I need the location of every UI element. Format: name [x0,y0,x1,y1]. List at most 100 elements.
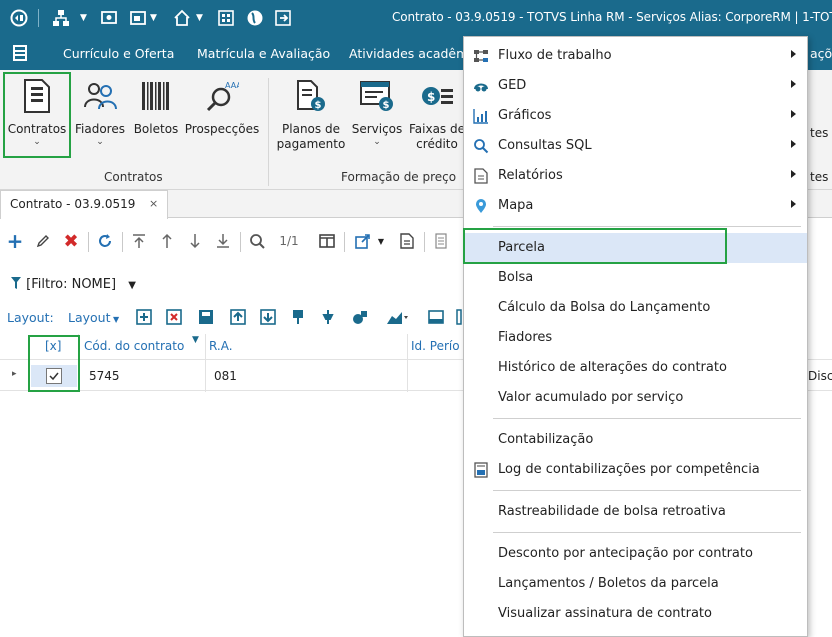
menu-item-label: Gráficos [498,108,552,123]
search-icon[interactable] [248,232,266,250]
menu-item-fiadores[interactable]: Fiadores [464,323,807,353]
report-icon [473,168,489,184]
chevron-down-icon[interactable]: ▼ [80,13,87,23]
window-icon[interactable] [128,8,148,28]
menu-item-desconto-antecipacao[interactable]: Desconto por antecipação por contrato [464,539,807,569]
pin-down-icon[interactable] [320,309,336,325]
menu-item-graficos[interactable]: Gráficos [464,101,807,131]
column-cod-contrato[interactable]: Cód. do contrato [84,339,184,353]
refresh-icon[interactable] [96,232,114,250]
document-lines-icon[interactable] [432,232,450,250]
org-chart-icon[interactable] [51,8,71,28]
planos-pagamento-button[interactable]: $ Planos de pagamento [276,76,346,164]
fiadores-button[interactable]: Fiadores ⌄ [72,76,128,164]
export-icon[interactable] [354,232,372,250]
delete-layout-icon[interactable] [166,309,182,325]
monitor-icon[interactable] [99,8,119,28]
chevron-down-icon[interactable]: ▼ [376,232,386,250]
first-record-icon[interactable] [130,232,148,250]
delete-icon[interactable]: ✖ [62,231,80,252]
exit-icon[interactable] [273,8,293,28]
filter-label: [Filtro: NOME] [26,277,117,292]
chart-icon [473,108,489,124]
chevron-down-icon: ▼ [110,315,120,324]
add-icon[interactable]: + [6,229,24,253]
pin-icon[interactable] [290,309,306,325]
ged-icon [473,78,489,94]
globe-icon[interactable] [245,8,265,28]
menu-atividades[interactable]: Atividades acadêmic [349,46,479,61]
home-icon[interactable] [172,8,192,28]
menu-item-contabilizacao[interactable]: Contabilização [464,425,807,455]
faixas-credito-button[interactable]: $ Faixas de crédito [408,76,466,164]
toolbar-separator [122,232,123,252]
menu-item-ged[interactable]: GED [464,71,807,101]
menu-curriculo[interactable]: Currículo e Oferta [63,46,174,61]
window-title: Contrato - 03.9.0519 - TOTVS Linha RM - … [392,10,832,24]
menu-matricula[interactable]: Matrícula e Avaliação [197,46,330,61]
previous-record-icon[interactable] [158,232,176,250]
expand-icon[interactable]: ▸ [12,369,17,379]
chevron-down-icon: ▼ [128,280,136,291]
shapes-icon[interactable] [352,309,368,325]
menu-item-relatorios[interactable]: Relatórios [464,161,807,191]
parcela-selection-box [463,228,727,264]
prospeccoes-button[interactable]: AAA Prospecções [184,76,260,164]
logo-icon[interactable] [9,8,29,28]
close-icon[interactable]: × [149,197,158,210]
grid-icon[interactable] [216,8,236,28]
upload-layout-icon[interactable] [230,309,246,325]
menu-item-valor-acumulado[interactable]: Valor acumulado por serviço [464,383,807,413]
menu-item-fluxo-trabalho[interactable]: Fluxo de trabalho [464,41,807,71]
filter-icon[interactable]: ▼ [192,335,199,345]
menu-item-label: Desconto por antecipação por contrato [498,546,753,561]
more-icon[interactable] [456,309,462,325]
ribbon-overflow-label[interactable]: tes [810,126,828,142]
cell-ra: 081 [214,369,237,383]
add-layout-icon[interactable] [136,309,152,325]
menu-item-lancamentos-boletos[interactable]: Lançamentos / Boletos da parcela [464,569,807,599]
column-ra[interactable]: R.A. [209,339,233,353]
chevron-right-icon [791,80,796,88]
menu-item-rastreabilidade[interactable]: Rastreabilidade de bolsa retroativa [464,497,807,527]
main-menu-icon[interactable] [12,45,28,61]
download-layout-icon[interactable] [260,309,276,325]
boletos-button[interactable]: Boletos [131,76,181,164]
menu-item-mapa[interactable]: Mapa [464,191,807,221]
menu-item-calculo-bolsa[interactable]: Cálculo da Bolsa do Lançamento [464,293,807,323]
tab-contrato[interactable]: Contrato - 03.9.0519 × [0,190,168,219]
menu-item-label: Histórico de alterações do contrato [498,360,727,375]
area-chart-icon[interactable] [386,309,408,325]
menu-item-log-contabilizacoes[interactable]: Log de contabilizações por competência [464,455,807,485]
menu-item-historico[interactable]: Histórico de alterações do contrato [464,353,807,383]
toolbar-separator [424,232,425,252]
menu-item-label: Fiadores [498,330,553,345]
menu-item-label: Mapa [498,198,534,213]
layout-dropdown[interactable]: Layout ▼ [68,310,119,325]
columns-icon[interactable] [318,232,336,250]
save-layout-icon[interactable] [198,309,214,325]
toolbar-separator [88,232,89,252]
menu-item-visualizar-assinatura[interactable]: Visualizar assinatura de contrato [464,599,807,629]
menu-item-label: Cálculo da Bolsa do Lançamento [498,300,711,315]
last-record-icon[interactable] [214,232,232,250]
report-icon[interactable] [398,232,416,250]
edit-icon[interactable] [34,232,52,250]
servicos-button[interactable]: $ Serviços ⌄ [350,76,404,164]
servicos-label: Serviços [351,122,403,136]
menu-item-label: Consultas SQL [498,138,592,153]
column-id-periodo[interactable]: Id. Perío [411,339,460,353]
next-record-icon[interactable] [186,232,204,250]
log-icon [473,462,489,478]
menu-item-bolsa[interactable]: Bolsa [464,263,807,293]
panel-icon[interactable] [428,309,444,325]
toolbar-separator [344,232,345,252]
layout-label: Layout: [7,310,54,325]
filter-dropdown[interactable]: [Filtro: NOME] ▼ [10,276,136,292]
menu-item-consultas-sql[interactable]: Consultas SQL [464,131,807,161]
chevron-down-icon[interactable]: ▼ [150,13,157,23]
menu-overflow[interactable]: ações [810,46,832,61]
chevron-down-icon[interactable]: ▼ [196,13,203,23]
ribbon-overflow-label-2[interactable]: tes [810,170,828,186]
menu-item-label: GED [498,78,527,93]
